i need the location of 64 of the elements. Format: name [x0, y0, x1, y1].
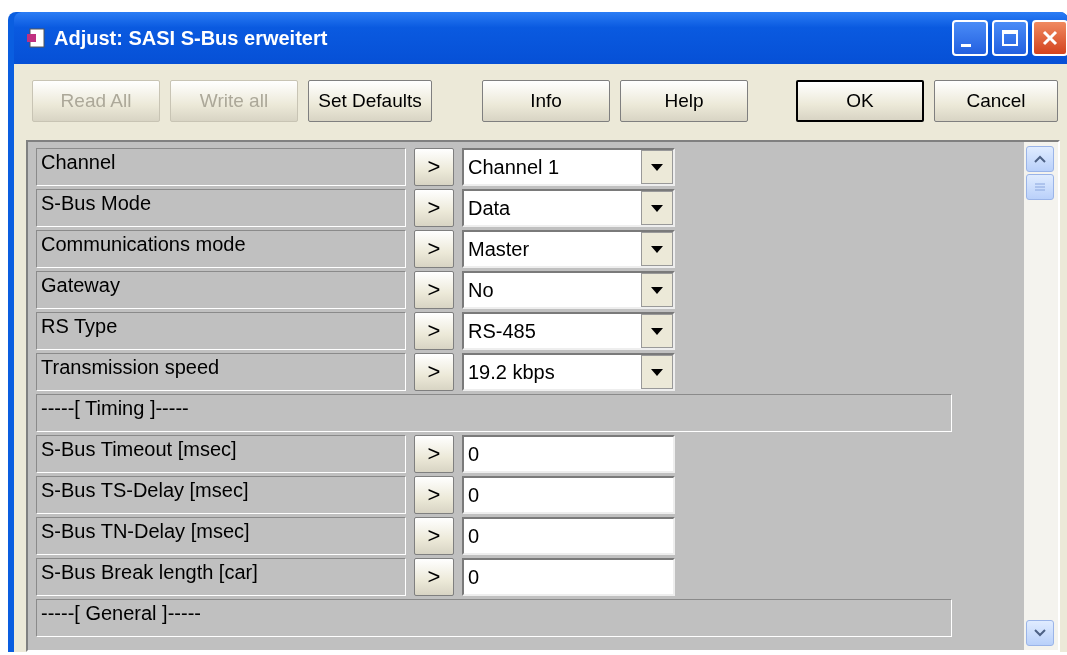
caret-icon: [651, 204, 663, 212]
input-field[interactable]: 0: [462, 517, 675, 555]
section-header: -----[ Timing ]-----: [36, 394, 952, 432]
apply-button[interactable]: >: [414, 189, 454, 227]
input-field[interactable]: 0: [462, 476, 675, 514]
scrollbar[interactable]: [1024, 142, 1058, 650]
scroll-up-button[interactable]: [1026, 146, 1054, 172]
dropdown[interactable]: Data: [462, 189, 675, 227]
parameter-label: Communications mode: [36, 230, 406, 268]
dropdown[interactable]: Channel 1: [462, 148, 675, 186]
dropdown[interactable]: No: [462, 271, 675, 309]
parameter-label: S-Bus Break length [car]: [36, 558, 406, 596]
input-field[interactable]: 0: [462, 558, 675, 596]
parameter-label: RS Type: [36, 312, 406, 350]
caret-icon: [651, 286, 663, 294]
dropdown[interactable]: 19.2 kbps: [462, 353, 675, 391]
apply-button[interactable]: >: [414, 230, 454, 268]
input-field[interactable]: 0: [462, 435, 675, 473]
minimize-button[interactable]: [952, 20, 988, 56]
dropdown-button[interactable]: [641, 232, 673, 266]
grip-icon: [1035, 183, 1045, 191]
document-icon: [26, 28, 46, 48]
parameter-label: Channel: [36, 148, 406, 186]
apply-button[interactable]: >: [414, 271, 454, 309]
parameter-label: S-Bus TN-Delay [msec]: [36, 517, 406, 555]
dropdown[interactable]: Master: [462, 230, 675, 268]
apply-button[interactable]: >: [414, 558, 454, 596]
apply-button[interactable]: >: [414, 476, 454, 514]
apply-button[interactable]: >: [414, 517, 454, 555]
toolbar-button[interactable]: Help: [620, 80, 748, 122]
parameter-label: S-Bus TS-Delay [msec]: [36, 476, 406, 514]
minimize-icon: [961, 43, 971, 47]
parameter-label: Gateway: [36, 271, 406, 309]
caret-icon: [651, 163, 663, 171]
dropdown[interactable]: RS-485: [462, 312, 675, 350]
caret-icon: [651, 245, 663, 253]
apply-button[interactable]: >: [414, 435, 454, 473]
close-icon: [1041, 29, 1059, 47]
dropdown-button[interactable]: [641, 150, 673, 184]
caret-icon: [651, 327, 663, 335]
caret-icon: [651, 368, 663, 376]
maximize-button[interactable]: [992, 20, 1028, 56]
dropdown-button[interactable]: [641, 191, 673, 225]
toolbar-button[interactable]: OK: [796, 80, 924, 122]
toolbar-button[interactable]: Info: [482, 80, 610, 122]
apply-button[interactable]: >: [414, 148, 454, 186]
chevron-up-icon: [1034, 155, 1046, 163]
maximize-icon: [1001, 29, 1019, 47]
apply-button[interactable]: >: [414, 353, 454, 391]
dropdown-button[interactable]: [641, 355, 673, 389]
apply-button[interactable]: >: [414, 312, 454, 350]
dropdown-button[interactable]: [641, 273, 673, 307]
parameter-label: S-Bus Timeout [msec]: [36, 435, 406, 473]
parameter-label: S-Bus Mode: [36, 189, 406, 227]
scroll-down-button[interactable]: [1026, 620, 1054, 646]
scroll-thumb[interactable]: [1026, 174, 1054, 200]
toolbar-button[interactable]: Set Defaults: [308, 80, 432, 122]
toolbar-button[interactable]: Cancel: [934, 80, 1058, 122]
close-button[interactable]: [1032, 20, 1067, 56]
dropdown-button[interactable]: [641, 314, 673, 348]
parameter-label: Transmission speed: [36, 353, 406, 391]
section-header: -----[ General ]-----: [36, 599, 952, 637]
chevron-down-icon: [1034, 629, 1046, 637]
window-title: Adjust: SASI S-Bus erweitert: [54, 26, 328, 50]
